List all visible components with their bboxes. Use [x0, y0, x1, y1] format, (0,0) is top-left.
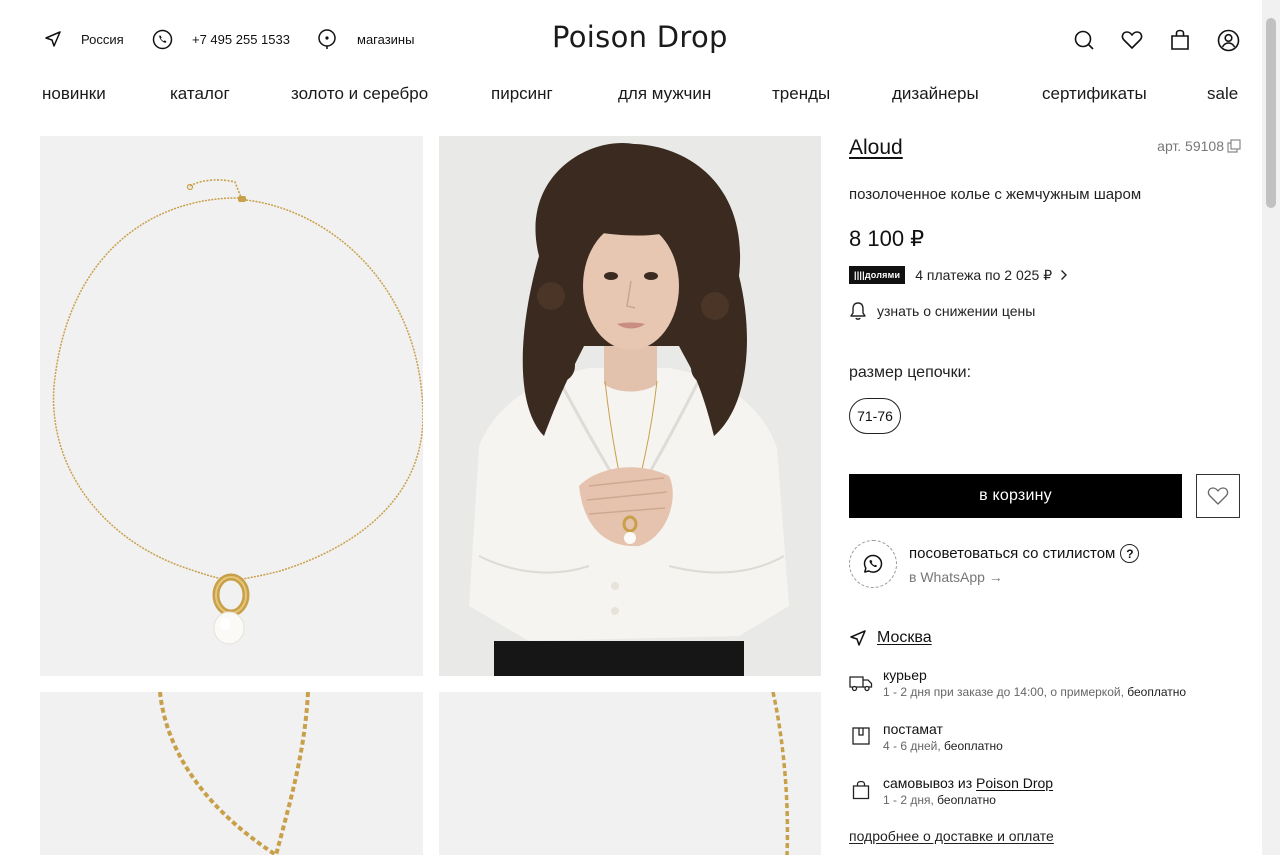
size-option-71-76[interactable]: 71-76	[849, 398, 901, 434]
user-icon[interactable]	[1216, 28, 1240, 52]
dolyami-badge: ||||долями	[849, 266, 906, 284]
shopping-bag-icon[interactable]	[1168, 28, 1192, 52]
region-selector[interactable]: Россия	[42, 28, 124, 50]
stores-link[interactable]: магазины	[316, 28, 414, 50]
product-photo-chain-detail-2[interactable]	[439, 692, 821, 855]
stylist-consult[interactable]: посоветоваться со стилистом ?	[909, 544, 1140, 563]
parcel-locker-icon	[851, 726, 871, 746]
product-photo-chain-detail-1[interactable]	[40, 692, 423, 855]
location-arrow-icon	[42, 28, 64, 50]
help-icon[interactable]: ?	[1120, 544, 1140, 563]
nav-item-sale[interactable]: sale	[1207, 84, 1238, 104]
nav-item-certificates[interactable]: сертификаты	[1042, 84, 1147, 104]
nav-item-piercing[interactable]: пирсинг	[491, 84, 553, 104]
city-selector[interactable]: Москва	[849, 629, 932, 647]
shopping-bag-icon	[851, 780, 871, 800]
stores-label: магазины	[357, 31, 415, 47]
nav-item-trends[interactable]: тренды	[772, 84, 830, 104]
dolyami-text: 4 платежа по 2 025 ₽	[915, 266, 1053, 283]
dolyami-installments[interactable]: ||||долями 4 платежа по 2 025 ₽	[849, 266, 1068, 284]
add-to-cart-button[interactable]: в корзину	[849, 474, 1182, 518]
stylist-title: посоветоваться со стилистом	[909, 545, 1116, 562]
delivery-subtitle: 1 - 2 дня, беоплатно	[883, 793, 996, 807]
region-label: Россия	[81, 31, 124, 47]
phone-link[interactable]: +7 495 255 1533	[151, 28, 290, 50]
price-alert-text: узнать о снижении цены	[877, 303, 1036, 319]
poison-drop-link[interactable]: Poison Drop	[976, 775, 1053, 791]
delivery-title: курьер	[883, 667, 927, 683]
whatsapp-icon	[863, 554, 883, 574]
top-bar: Россия +7 495 255 1533 магазины Poison D…	[0, 0, 1262, 78]
phone-icon	[151, 28, 173, 50]
map-pin-icon	[316, 28, 338, 50]
search-icon[interactable]	[1072, 28, 1096, 52]
product-photo-model[interactable]	[439, 136, 821, 676]
chevron-right-icon	[1060, 269, 1068, 281]
product-sku: арт. 59108	[1157, 138, 1241, 154]
nav-item-men[interactable]: для мужчин	[618, 84, 711, 104]
product-brand[interactable]: Aloud	[849, 136, 903, 160]
size-label: размер цепочки:	[849, 364, 972, 381]
product-description: позолоченное колье с жемчужным шаром	[849, 186, 1142, 203]
nav-item-catalog[interactable]: каталог	[170, 84, 230, 104]
scrollbar-thumb[interactable]	[1266, 18, 1276, 208]
copy-icon[interactable]	[1227, 139, 1241, 153]
heart-icon	[1207, 486, 1229, 506]
bell-icon	[849, 301, 867, 321]
delivery-title: самовывоз из Poison Drop	[883, 775, 1054, 791]
nav-item-gold-silver[interactable]: золото и серебро	[291, 84, 428, 104]
site-logo[interactable]: Poison Drop	[552, 20, 732, 54]
add-to-favorites-button[interactable]	[1196, 474, 1240, 518]
phone-number: +7 495 255 1533	[192, 31, 290, 47]
delivery-details-link[interactable]: подробнее о доставке и оплате	[849, 828, 1054, 844]
delivery-title: постамат	[883, 721, 943, 737]
heart-icon[interactable]	[1120, 28, 1144, 52]
nav-item-designers[interactable]: дизайнеры	[892, 84, 979, 104]
sku-text: арт. 59108	[1157, 138, 1224, 154]
whatsapp-badge[interactable]	[849, 540, 897, 588]
main-nav: новинки каталог золото и серебро пирсинг…	[0, 84, 1262, 108]
price-alert-link[interactable]: узнать о снижении цены	[849, 301, 1035, 321]
location-arrow-icon	[849, 629, 867, 647]
product-photo-necklace[interactable]	[40, 136, 423, 676]
whatsapp-link[interactable]: в WhatsApp →	[909, 569, 1003, 585]
city-name: Москва	[877, 629, 932, 646]
page-scrollbar[interactable]	[1262, 0, 1280, 855]
truck-icon	[849, 674, 873, 692]
delivery-subtitle: 1 - 2 дня при заказе до 14:00, о примерк…	[883, 685, 1187, 699]
nav-item-new[interactable]: новинки	[42, 84, 106, 104]
delivery-subtitle: 4 - 6 дней, беоплатно	[883, 739, 1003, 753]
product-price: 8 100 ₽	[849, 226, 925, 251]
